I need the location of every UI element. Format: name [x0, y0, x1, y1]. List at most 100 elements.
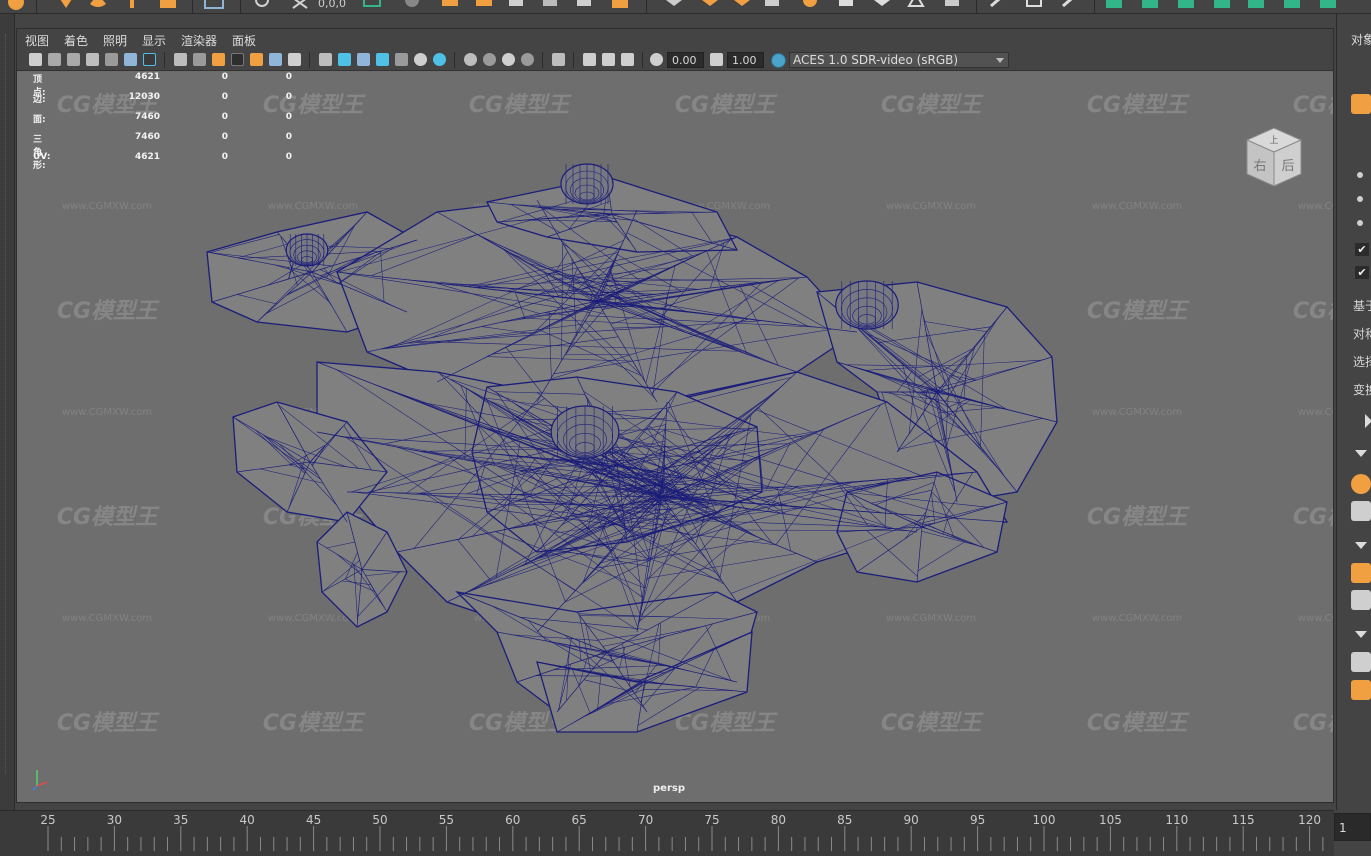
- cube-icon[interactable]: [906, 0, 926, 12]
- cube-icon[interactable]: [474, 0, 494, 12]
- cube-icon[interactable]: [540, 0, 560, 12]
- text-icon[interactable]: [122, 0, 142, 12]
- sphere-icon[interactable]: [1351, 474, 1371, 494]
- camera-icon[interactable]: [29, 53, 42, 66]
- grid-toggle-icon[interactable]: [174, 53, 187, 66]
- cube-icon[interactable]: [1176, 0, 1196, 12]
- resolution-gate-icon[interactable]: [212, 53, 225, 66]
- grid-icon[interactable]: [1351, 501, 1371, 521]
- chevron-down-icon[interactable]: [1355, 631, 1367, 638]
- move-icon[interactable]: [56, 0, 76, 12]
- snap-icon[interactable]: [290, 0, 310, 12]
- bookmark-icon[interactable]: [67, 53, 80, 66]
- field-chart-icon[interactable]: [250, 53, 263, 66]
- chevron-right-icon[interactable]: [1365, 414, 1371, 428]
- mesh-wireframe[interactable]: [17, 72, 1333, 802]
- menu-renderer[interactable]: 渲染器: [181, 32, 217, 49]
- time-slider[interactable]: 25 30 35 40 45 50 55 60 65 70 75 80 85 90 95 100 105 110 1…: [0, 810, 1334, 856]
- cube-icon[interactable]: [1212, 0, 1232, 12]
- image-plane-icon[interactable]: [86, 53, 99, 66]
- exposure-field[interactable]: 0.00: [667, 52, 704, 68]
- object-icon[interactable]: [1351, 94, 1371, 114]
- curve-icon[interactable]: [158, 0, 178, 12]
- screen-space-ao-icon[interactable]: [464, 53, 477, 66]
- 2d-pan-icon[interactable]: [105, 53, 118, 66]
- render-icon[interactable]: [800, 0, 820, 12]
- color-management-icon[interactable]: [771, 53, 786, 68]
- xray-joints-icon[interactable]: [621, 53, 634, 66]
- isolate-select-icon[interactable]: [552, 53, 565, 66]
- wireframe-on-shaded-icon[interactable]: [376, 53, 389, 66]
- safe-action-icon[interactable]: [269, 53, 282, 66]
- camera-attr-icon[interactable]: [48, 53, 61, 66]
- menu-lighting[interactable]: 照明: [103, 32, 127, 49]
- radio-dot[interactable]: [1357, 196, 1363, 202]
- cube-icon[interactable]: [664, 0, 684, 12]
- current-frame-field[interactable]: 1: [1334, 813, 1371, 841]
- cube-icon[interactable]: [1246, 0, 1266, 12]
- grid-icon[interactable]: [762, 0, 782, 12]
- anti-aliasing-icon[interactable]: [502, 53, 515, 66]
- film-gate-icon[interactable]: [193, 53, 206, 66]
- safe-title-icon[interactable]: [288, 53, 301, 66]
- exposure-icon[interactable]: [650, 53, 663, 66]
- grid-icon[interactable]: [506, 0, 526, 12]
- cube-icon[interactable]: [700, 0, 720, 12]
- checkbox[interactable]: ✔: [1355, 243, 1369, 256]
- sphere-icon[interactable]: [6, 0, 26, 12]
- use-default-material-icon[interactable]: [357, 53, 370, 66]
- 3d-viewport[interactable]: CG模型王CG模型王CG模型王CG模型王CG模型王CG模型王CG模型王CG模型王…: [17, 72, 1333, 802]
- hud-label: 边:: [33, 95, 46, 105]
- lasso-icon[interactable]: [252, 0, 272, 12]
- panel-grip[interactable]: [5, 34, 8, 774]
- shadows-icon[interactable]: [433, 53, 446, 66]
- radio-dot[interactable]: [1357, 172, 1363, 178]
- cube-icon[interactable]: [1104, 0, 1124, 12]
- lights-icon[interactable]: [414, 53, 427, 66]
- pencil-icon[interactable]: [1351, 652, 1371, 672]
- motion-blur-icon[interactable]: [483, 53, 496, 66]
- xray-active-icon[interactable]: [602, 53, 615, 66]
- cube-icon[interactable]: [836, 0, 856, 12]
- layers-icon[interactable]: [1351, 590, 1371, 610]
- cube-icon[interactable]: [1351, 563, 1371, 583]
- smooth-shade-icon[interactable]: [338, 53, 351, 66]
- xray-icon[interactable]: [583, 53, 596, 66]
- cube-icon[interactable]: [1024, 0, 1044, 12]
- brush-icon[interactable]: [1060, 0, 1080, 12]
- chevron-down-icon[interactable]: [1355, 542, 1367, 549]
- cube-icon[interactable]: [732, 0, 752, 12]
- menu-panels[interactable]: 面板: [232, 32, 256, 49]
- textured-icon[interactable]: [395, 53, 408, 66]
- cube-icon[interactable]: [402, 0, 422, 12]
- shape-icon[interactable]: [88, 0, 108, 12]
- cube-icon[interactable]: [1351, 680, 1371, 700]
- cube-icon[interactable]: [872, 0, 892, 12]
- chevron-down-icon[interactable]: [1355, 450, 1367, 457]
- brush-icon[interactable]: [988, 0, 1008, 12]
- cube-icon[interactable]: [574, 0, 594, 12]
- depth-of-field-icon[interactable]: [521, 53, 534, 66]
- attribute-panel: 对象 ✔ ✔ 基于 对称 选择 变换: [1336, 14, 1371, 810]
- gamma-icon[interactable]: [710, 53, 723, 66]
- pencil-icon[interactable]: [143, 53, 156, 66]
- cube-icon[interactable]: [1140, 0, 1160, 12]
- gamma-field[interactable]: 1.00: [727, 52, 764, 68]
- color-space-select[interactable]: ACES 1.0 SDR-video (sRGB): [789, 52, 1009, 68]
- cube-icon[interactable]: [1318, 0, 1338, 12]
- cube-icon[interactable]: [440, 0, 460, 12]
- cube-icon[interactable]: [942, 0, 962, 12]
- cube-icon[interactable]: [610, 0, 630, 12]
- checkbox[interactable]: ✔: [1355, 266, 1369, 279]
- cube-icon[interactable]: [1282, 0, 1302, 12]
- menu-shading[interactable]: 着色: [64, 32, 88, 49]
- wireframe-icon[interactable]: [319, 53, 332, 66]
- box-icon[interactable]: [362, 0, 382, 12]
- grease-pencil-icon[interactable]: [124, 53, 137, 66]
- grid-icon[interactable]: [204, 0, 224, 12]
- menu-view[interactable]: 视图: [25, 32, 49, 49]
- menu-show[interactable]: 显示: [142, 32, 166, 49]
- gate-mask-icon[interactable]: [231, 53, 244, 66]
- radio-dot[interactable]: [1357, 220, 1363, 226]
- view-cube[interactable]: 上 右 后: [1239, 122, 1309, 192]
